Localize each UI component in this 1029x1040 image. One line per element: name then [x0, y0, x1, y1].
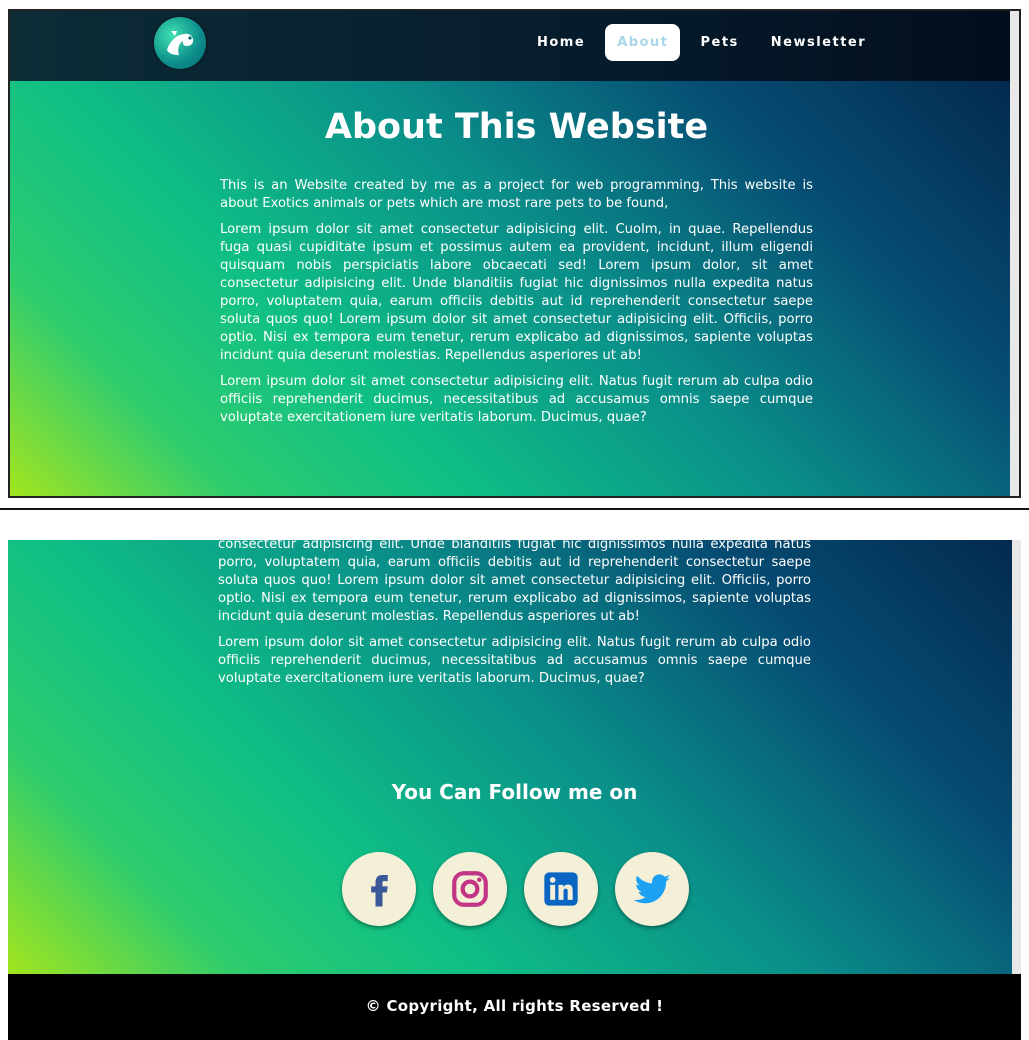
nav-about-link[interactable]: About — [605, 24, 681, 61]
lorem-paragraph-2-repeat: Lorem ipsum dolor sit amet consectetur a… — [218, 635, 811, 686]
follow-heading: You Can Follow me on — [391, 780, 638, 804]
nav-pets-link[interactable]: Pets — [688, 24, 750, 61]
page-title: About This Website — [324, 107, 709, 147]
footer: © Copyright, All rights Reserved ! — [8, 974, 1021, 1040]
copyright-text: © Copyright, All rights Reserved ! — [365, 997, 664, 1015]
twitter-icon — [633, 874, 671, 904]
scrollbar-lower[interactable] — [1012, 540, 1021, 974]
ferret-logo-icon[interactable] — [154, 17, 206, 69]
linkedin-icon — [544, 872, 578, 906]
linkedin-button[interactable] — [524, 852, 598, 926]
lorem-paragraph-1-continued: consectetur adipisicing elit. Unde bland… — [218, 540, 811, 624]
facebook-icon — [371, 875, 388, 907]
intro-paragraph: This is an Website created by me as a pr… — [220, 178, 813, 211]
about-content: This is an Website created by me as a pr… — [220, 177, 813, 435]
nav-newsletter-link[interactable]: Newsletter — [759, 24, 878, 61]
instagram-icon — [452, 871, 488, 907]
facebook-button[interactable] — [342, 852, 416, 926]
nav-home-link[interactable]: Home — [525, 24, 597, 61]
page-bottom-view: consectetur adipisicing elit. Unde bland… — [8, 540, 1021, 1040]
ferret-logo-graphic — [167, 31, 194, 55]
instagram-button[interactable] — [433, 852, 507, 926]
navbar: Home About Pets Newsletter — [10, 11, 1019, 81]
page-top-view: Home About Pets Newsletter About This We… — [8, 9, 1021, 498]
lorem-paragraph-1: Lorem ipsum dolor sit amet consectetur a… — [220, 222, 813, 363]
social-links — [342, 852, 706, 926]
scrollbar[interactable] — [1010, 11, 1019, 496]
screenshot-divider — [0, 508, 1029, 510]
about-content-continued: consectetur adipisicing elit. Unde bland… — [218, 540, 811, 696]
nav-links: Home About Pets Newsletter — [525, 24, 886, 61]
twitter-button[interactable] — [615, 852, 689, 926]
lorem-paragraph-2: Lorem ipsum dolor sit amet consectetur a… — [220, 374, 813, 425]
